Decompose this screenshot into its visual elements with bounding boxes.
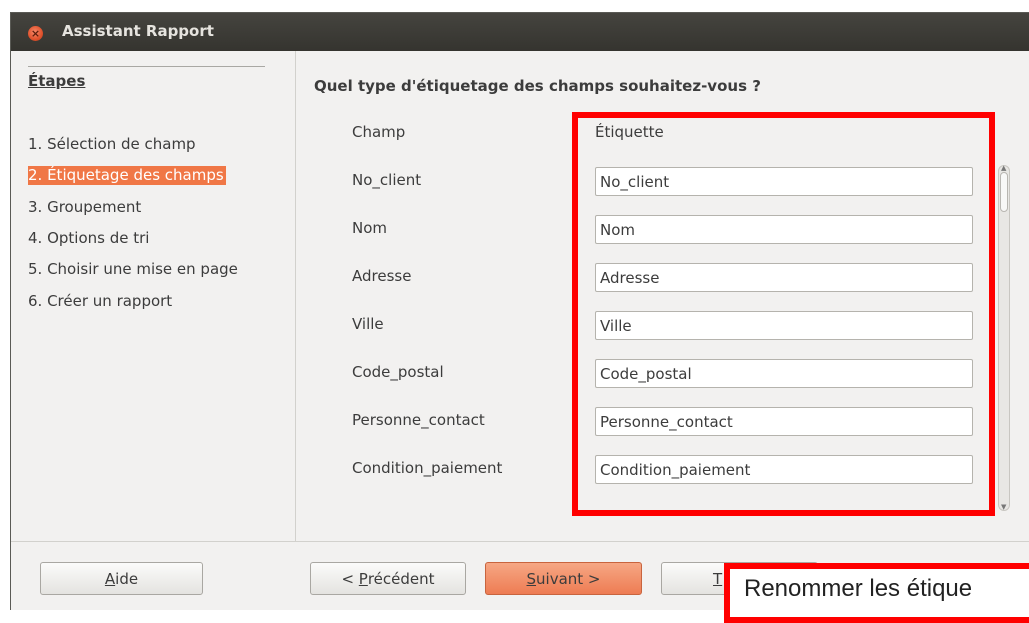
field-name-nom: Nom <box>352 219 388 237</box>
field-name-personne-contact: Personne_contact <box>352 411 485 429</box>
previous-button[interactable]: < Précédent <box>310 562 466 595</box>
title-bar: × Assistant Rapport <box>11 13 1029 51</box>
previous-prefix: < <box>341 569 359 588</box>
previous-mnemonic: P <box>358 569 368 588</box>
help-label: ide <box>115 569 139 588</box>
label-input-code-postal[interactable] <box>595 359 973 388</box>
finish-mnemonic: T <box>713 569 723 588</box>
step-choose-layout[interactable]: 5. Choisir une mise en page <box>28 260 240 279</box>
next-label: uivant > <box>536 569 601 588</box>
step-field-selection[interactable]: 1. Sélection de champ <box>28 135 198 154</box>
scroll-up-arrow-icon[interactable]: ▲ <box>1001 165 1006 172</box>
step-grouping[interactable]: 3. Groupement <box>28 198 143 217</box>
label-input-condition-paiement[interactable] <box>595 455 973 484</box>
field-name-code-postal: Code_postal <box>352 363 444 381</box>
report-wizard-window: × Assistant Rapport Étapes 1. Sélection … <box>10 12 1029 610</box>
field-name-no-client: No_client <box>352 171 422 189</box>
step-sort-options[interactable]: 4. Options de tri <box>28 229 151 248</box>
label-input-personne-contact[interactable] <box>595 407 973 436</box>
close-icon[interactable]: × <box>28 26 43 41</box>
window-title: Assistant Rapport <box>62 22 214 40</box>
steps-sidebar: Étapes 1. Sélection de champ 2. Étiqueta… <box>11 51 296 541</box>
label-input-no-client[interactable] <box>595 167 973 196</box>
label-input-adresse[interactable] <box>595 263 973 292</box>
vertical-scrollbar[interactable]: ▲ ▼ <box>998 165 1010 511</box>
field-name-condition-paiement: Condition_paiement <box>352 459 503 477</box>
scroll-down-arrow-icon[interactable]: ▼ <box>1001 504 1006 511</box>
labeling-panel: Quel type d'étiquetage des champs souhai… <box>296 51 1029 541</box>
next-mnemonic: S <box>526 569 537 588</box>
scroll-thumb[interactable] <box>1000 172 1008 212</box>
previous-label: récédent <box>367 569 435 588</box>
column-header-field: Champ <box>352 123 406 141</box>
column-header-label: Étiquette <box>595 123 664 141</box>
field-name-adresse: Adresse <box>352 267 412 285</box>
label-input-ville[interactable] <box>595 311 973 340</box>
next-button[interactable]: Suivant > <box>485 562 642 595</box>
step-create-report[interactable]: 6. Créer un rapport <box>28 292 174 311</box>
label-input-nom[interactable] <box>595 215 973 244</box>
steps-header: Étapes <box>28 66 265 90</box>
step-field-labeling[interactable]: 2. Étiquetage des champs <box>28 166 226 185</box>
field-name-ville: Ville <box>352 315 384 333</box>
page-question: Quel type d'étiquetage des champs souhai… <box>314 77 761 95</box>
annotation-callout: Renommer les étique <box>724 563 1029 623</box>
help-mnemonic: A <box>104 569 116 588</box>
help-button[interactable]: Aide <box>40 562 203 595</box>
